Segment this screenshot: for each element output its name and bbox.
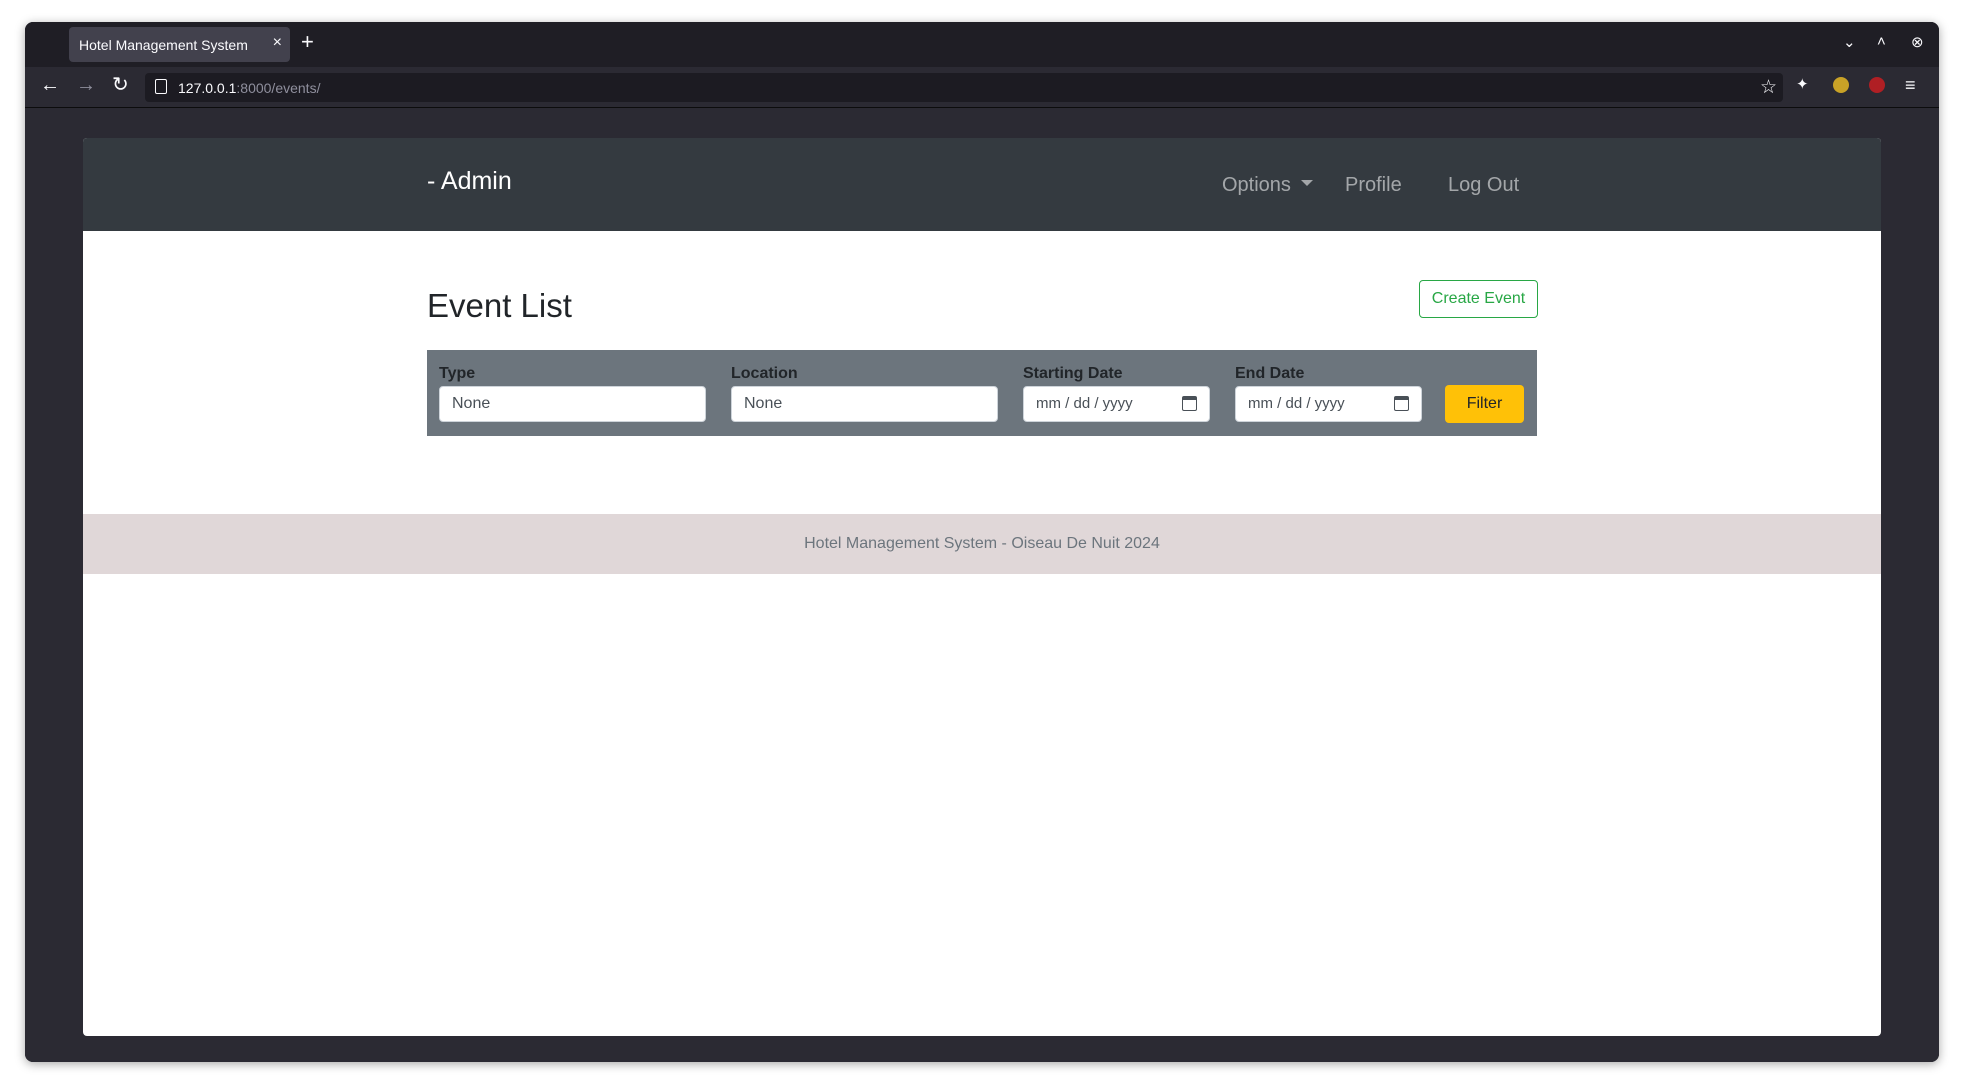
nav-profile[interactable]: Profile <box>1345 174 1402 197</box>
end-date-label: End Date <box>1235 365 1305 382</box>
create-event-button[interactable]: Create Event <box>1419 280 1538 318</box>
extension-shield-icon[interactable] <box>1833 77 1849 93</box>
nav-options-dropdown[interactable]: Options <box>1222 174 1313 197</box>
page-viewport: - Admin Options Profile Log Out Event Li… <box>25 108 1939 1062</box>
forward-icon[interactable]: → <box>76 75 96 95</box>
starting-date-placeholder: mm / dd / yyyy <box>1036 395 1133 412</box>
location-label: Location <box>731 365 798 382</box>
url-text: 127.0.0.1:8000/events/ <box>178 80 321 96</box>
bookmark-star-icon[interactable]: ☆ <box>1760 76 1777 99</box>
page-icon <box>155 79 167 94</box>
tab-hotel-management[interactable]: Hotel Management System × <box>69 27 290 62</box>
web-page: - Admin Options Profile Log Out Event Li… <box>83 138 1881 1036</box>
location-input[interactable]: None <box>731 386 998 422</box>
extension-icon[interactable]: ✦ <box>1796 75 1812 93</box>
tab-strip: Hotel Management System × + ⌄ ˄ ⊗ <box>25 22 1939 67</box>
reload-icon[interactable]: ↻ <box>112 75 129 95</box>
new-tab-button[interactable]: + <box>301 29 314 55</box>
type-label: Type <box>439 365 476 382</box>
browser-window: Hotel Management System × + ⌄ ˄ ⊗ ← → ↻ … <box>25 22 1939 1062</box>
end-date-placeholder: mm / dd / yyyy <box>1248 395 1345 412</box>
menu-icon[interactable]: ≡ <box>1905 75 1916 95</box>
navbar-brand[interactable]: - Admin <box>427 167 512 196</box>
dropdown-caret-icon <box>1300 180 1313 186</box>
calendar-icon[interactable] <box>1182 396 1197 411</box>
starting-date-label: Starting Date <box>1023 365 1123 382</box>
filter-button[interactable]: Filter <box>1445 385 1524 423</box>
starting-date-input[interactable]: mm / dd / yyyy <box>1023 386 1210 422</box>
page-title: Event List <box>427 287 572 324</box>
maximize-icon[interactable]: ˄ <box>1877 33 1886 50</box>
calendar-icon[interactable] <box>1394 396 1409 411</box>
url-bar[interactable]: 127.0.0.1:8000/events/ ☆ <box>145 73 1783 102</box>
nav-logout[interactable]: Log Out <box>1448 174 1519 197</box>
end-date-input[interactable]: mm / dd / yyyy <box>1235 386 1422 422</box>
type-input[interactable]: None <box>439 386 706 422</box>
list-tabs-icon[interactable]: ⌄ <box>1843 33 1856 51</box>
browser-toolbar: ← → ↻ 127.0.0.1:8000/events/ ☆ ✦ ≡ <box>25 67 1939 108</box>
window-close-icon[interactable]: ⊗ <box>1911 33 1924 51</box>
close-tab-icon[interactable]: × <box>273 34 282 52</box>
page-footer: Hotel Management System - Oiseau De Nuit… <box>83 514 1881 574</box>
filter-bar: Type None Location None Starting Date mm… <box>427 350 1537 436</box>
ublock-icon[interactable] <box>1869 77 1885 93</box>
tab-title: Hotel Management System <box>79 37 248 53</box>
top-navbar: - Admin Options Profile Log Out <box>83 138 1881 231</box>
back-icon[interactable]: ← <box>40 75 60 95</box>
